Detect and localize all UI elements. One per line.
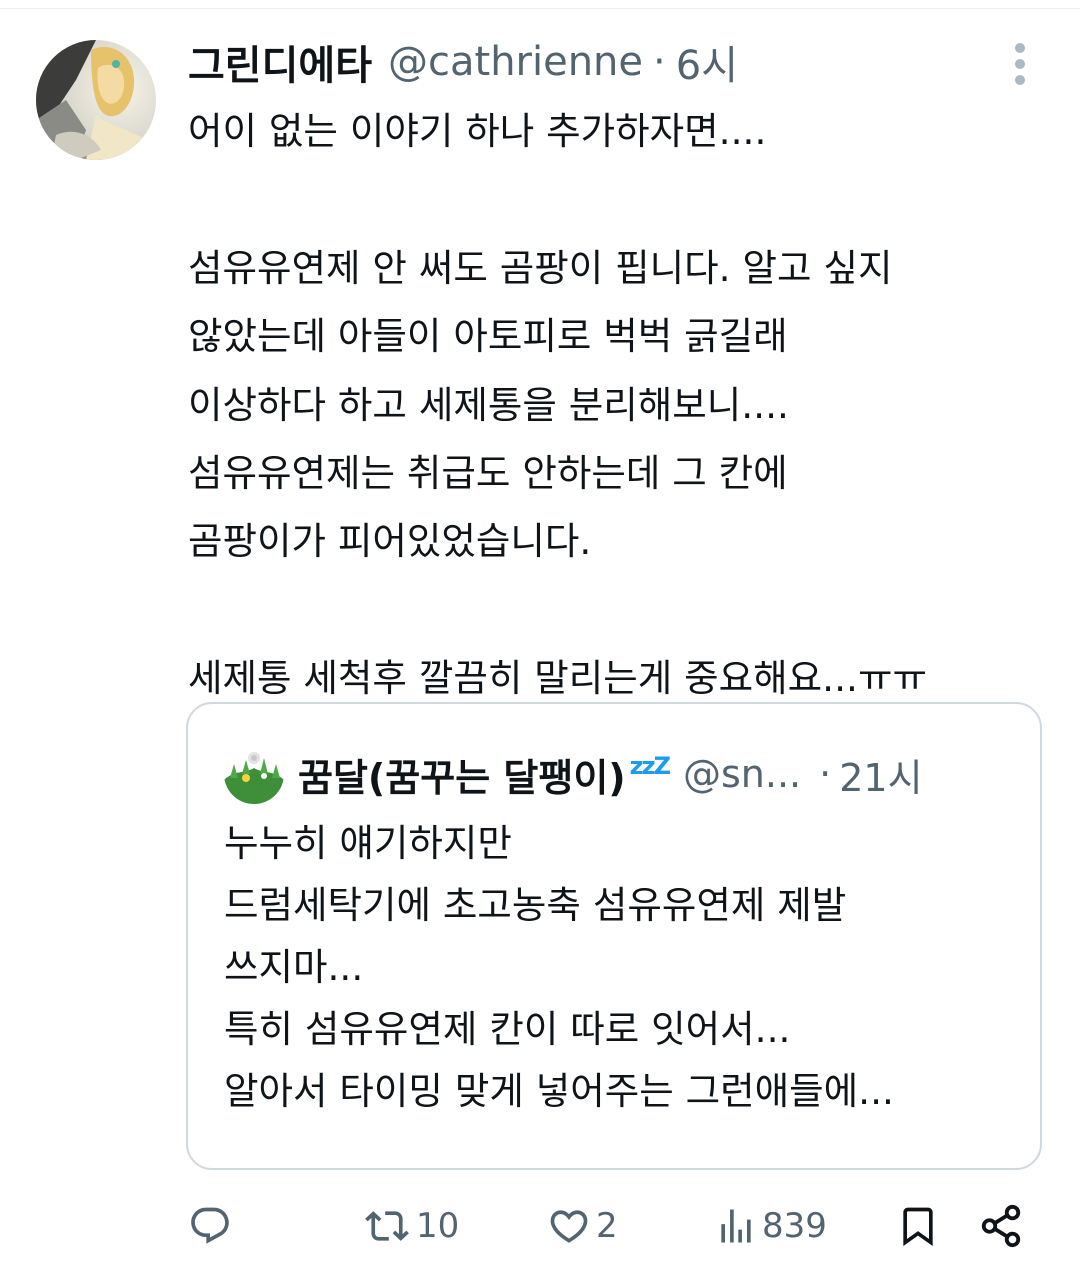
quote-author-handle: @sn... xyxy=(683,752,802,796)
top-divider xyxy=(0,8,1080,9)
quote-header: 꿈달(꿈꾸는 달팽이) zzZ @sn... · 21시 xyxy=(298,744,923,804)
more-options-button[interactable] xyxy=(1000,40,1040,88)
quote-header-separator: · xyxy=(819,752,832,796)
quote-avatar-image xyxy=(224,744,284,804)
more-vertical-icon xyxy=(1015,43,1025,85)
share-icon xyxy=(981,1204,1021,1248)
reply-icon xyxy=(191,1207,229,1244)
quoted-tweet-card[interactable]: 꿈달(꿈꾸는 달팽이) zzZ @sn... · 21시 누누히 얘기하지만 드… xyxy=(186,702,1042,1170)
share-button[interactable] xyxy=(978,1196,1024,1256)
author-handle[interactable]: @cathrienne xyxy=(388,39,643,85)
bookmark-button[interactable] xyxy=(896,1196,940,1256)
author-avatar[interactable] xyxy=(36,40,156,160)
quote-timestamp: 21시 xyxy=(839,755,923,800)
retweet-icon xyxy=(365,1211,409,1241)
tweet-timestamp[interactable]: 6시 xyxy=(676,33,738,91)
header-separator: · xyxy=(653,39,666,85)
bookmark-icon xyxy=(903,1207,933,1247)
tweet-text: 어이 없는 이야기 하나 추가하자면.... 섬유유연제 안 써도 곰팡이 핍니… xyxy=(188,109,927,701)
quote-text: 누누히 얘기하지만 드럼세탁기에 초고농축 섬유유연제 제발 쓰지마... 특히… xyxy=(224,821,894,1113)
views-button[interactable]: 839 xyxy=(714,1196,827,1256)
reply-button[interactable] xyxy=(188,1196,236,1256)
like-count: 2 xyxy=(596,1206,618,1246)
retweet-count: 10 xyxy=(416,1206,460,1246)
author-display-name[interactable]: 그린디에타 xyxy=(188,33,372,91)
like-button[interactable]: 2 xyxy=(546,1196,618,1256)
quote-author-display-name: 꿈달(꿈꾸는 달팽이) xyxy=(298,755,626,800)
views-icon xyxy=(721,1209,751,1243)
view-count: 839 xyxy=(762,1206,827,1246)
heart-icon xyxy=(550,1210,588,1243)
retweet-button[interactable]: 10 xyxy=(362,1196,459,1256)
tweet-header: 그린디에타 @cathrienne · 6시 xyxy=(188,34,738,90)
sleeping-emoji-icon: zzZ xyxy=(629,752,671,780)
author-avatar-image xyxy=(36,40,156,160)
quote-author-avatar xyxy=(224,744,284,804)
